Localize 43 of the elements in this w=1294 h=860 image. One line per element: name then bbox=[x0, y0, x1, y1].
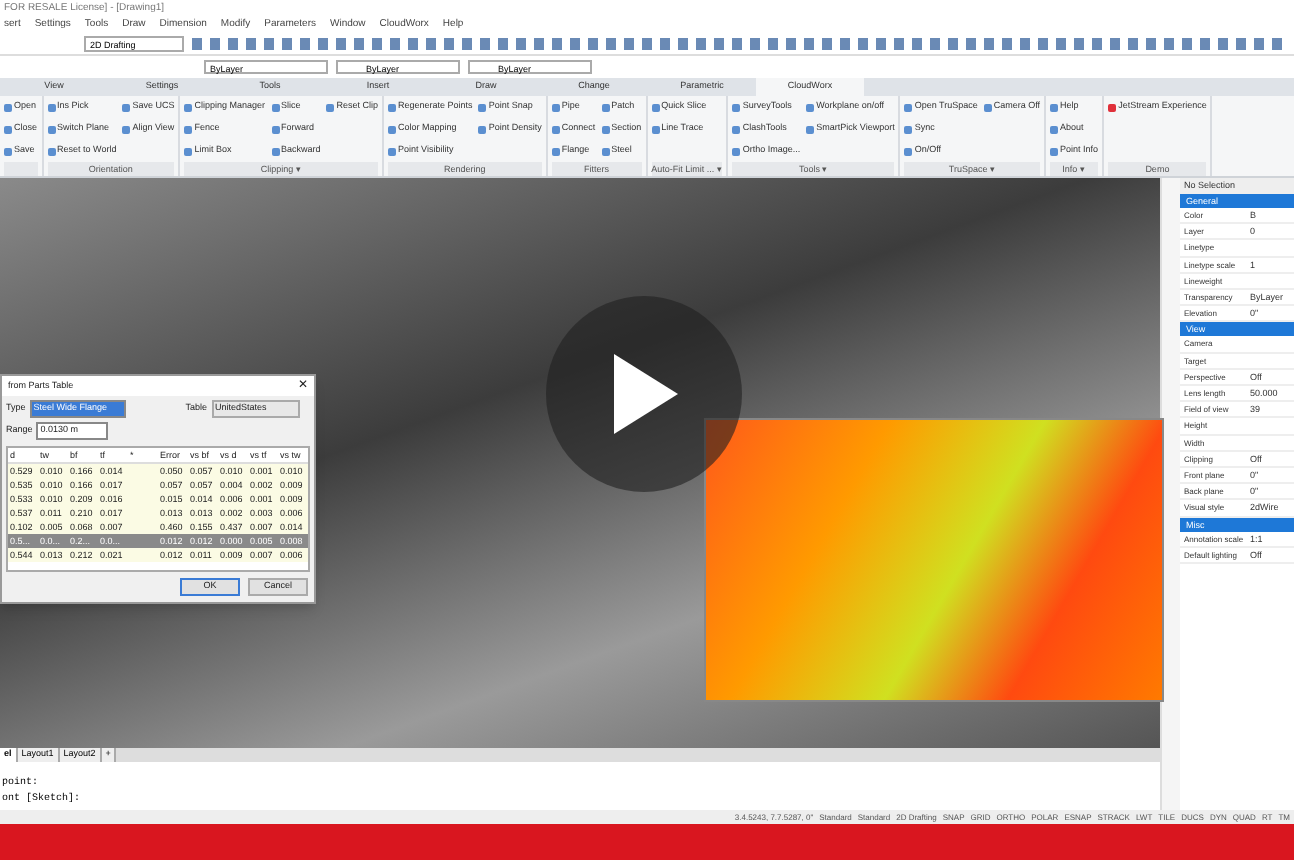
tool-icon bbox=[1050, 103, 1059, 111]
tool-icon bbox=[983, 103, 992, 111]
tool-icon bbox=[122, 125, 131, 133]
group-label-bar bbox=[4, 162, 38, 176]
tool-icon bbox=[904, 103, 913, 111]
tool-icon bbox=[47, 125, 56, 133]
tool-icon bbox=[184, 125, 193, 133]
tool-icon bbox=[601, 125, 610, 133]
tool-icon bbox=[4, 103, 12, 111]
tool-icon bbox=[806, 125, 815, 133]
tool-icon bbox=[1050, 147, 1059, 155]
tool-icon bbox=[184, 103, 193, 111]
tool-icon bbox=[601, 103, 610, 111]
tool-icon bbox=[1050, 125, 1059, 133]
tool-icon bbox=[122, 103, 131, 111]
play-icon bbox=[610, 354, 678, 434]
tool-icon bbox=[806, 103, 815, 111]
tool-icon bbox=[732, 103, 741, 111]
tool-icon bbox=[651, 103, 660, 111]
tool-icon bbox=[732, 125, 741, 133]
tool-icon bbox=[326, 103, 335, 111]
tool-icon bbox=[478, 103, 487, 111]
tool-icon bbox=[184, 147, 193, 155]
tool-icon bbox=[551, 125, 560, 133]
tool-icon bbox=[271, 125, 279, 133]
tool-icon bbox=[551, 147, 560, 155]
tool-icon bbox=[271, 103, 279, 111]
tool-icon bbox=[388, 103, 397, 111]
tool-icon bbox=[47, 103, 56, 111]
tool-icon bbox=[4, 147, 12, 155]
tool-icon bbox=[904, 125, 913, 133]
tool-icon bbox=[47, 147, 56, 155]
tool-icon bbox=[904, 147, 913, 155]
tool-icon bbox=[551, 103, 560, 111]
tool-icon bbox=[388, 147, 397, 155]
tool-icon bbox=[651, 125, 660, 133]
tool-icon bbox=[388, 125, 397, 133]
tool-icon bbox=[478, 125, 487, 133]
tool-icon bbox=[271, 147, 279, 155]
tool-icon bbox=[732, 147, 741, 155]
tool-icon bbox=[1108, 103, 1117, 111]
tool-icon bbox=[4, 125, 12, 133]
tool-icon bbox=[601, 147, 610, 155]
